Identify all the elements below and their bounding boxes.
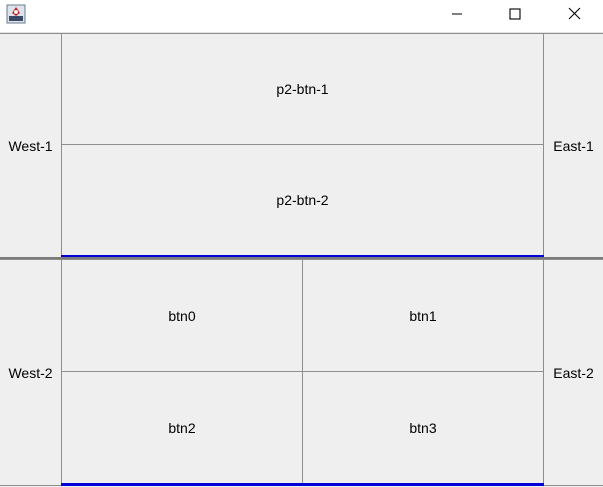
- maximize-icon: [509, 7, 521, 25]
- btn3-label: btn3: [409, 419, 437, 436]
- btn2-label: btn2: [168, 419, 196, 436]
- java-app-icon[interactable]: [6, 4, 26, 24]
- east-2-label: East-2: [553, 364, 594, 381]
- minimize-icon: [451, 7, 463, 25]
- minimize-button[interactable]: [428, 0, 486, 31]
- maximize-button[interactable]: [486, 0, 544, 31]
- p2-btn-2-label: p2-btn-2: [276, 192, 329, 208]
- west-1-button[interactable]: West-1: [0, 33, 62, 258]
- btn1-label: btn1: [409, 307, 437, 324]
- panel-2: West-2 btn0 btn1 btn2 btn3 East-2: [0, 258, 603, 486]
- p2-btn-1-button[interactable]: p2-btn-1: [61, 33, 544, 145]
- btn0-label: btn0: [168, 307, 196, 324]
- close-button[interactable]: [545, 0, 603, 31]
- btn0-button[interactable]: btn0: [61, 259, 303, 372]
- p2-btn-2-button[interactable]: p2-btn-2: [61, 144, 544, 256]
- west-2-button[interactable]: West-2: [0, 259, 62, 486]
- app-window: West-1 p2-btn-1 p2-btn-2 East-1 West-2 b…: [0, 0, 603, 487]
- title-bar[interactable]: [0, 0, 603, 31]
- btn3-button[interactable]: btn3: [302, 371, 544, 484]
- btn2-button[interactable]: btn2: [61, 371, 303, 484]
- east-2-button[interactable]: East-2: [543, 259, 603, 486]
- p2-btn-1-label: p2-btn-1: [276, 81, 329, 97]
- west-2-label: West-2: [8, 364, 53, 381]
- content-pane: West-1 p2-btn-1 p2-btn-2 East-1 West-2 b…: [0, 32, 603, 487]
- close-icon: [568, 7, 581, 25]
- west-1-label: West-1: [8, 137, 53, 154]
- panel-1: West-1 p2-btn-1 p2-btn-2 East-1: [0, 33, 603, 258]
- east-1-button[interactable]: East-1: [543, 33, 603, 258]
- east-1-label: East-1: [553, 137, 594, 154]
- btn1-button[interactable]: btn1: [302, 259, 544, 372]
